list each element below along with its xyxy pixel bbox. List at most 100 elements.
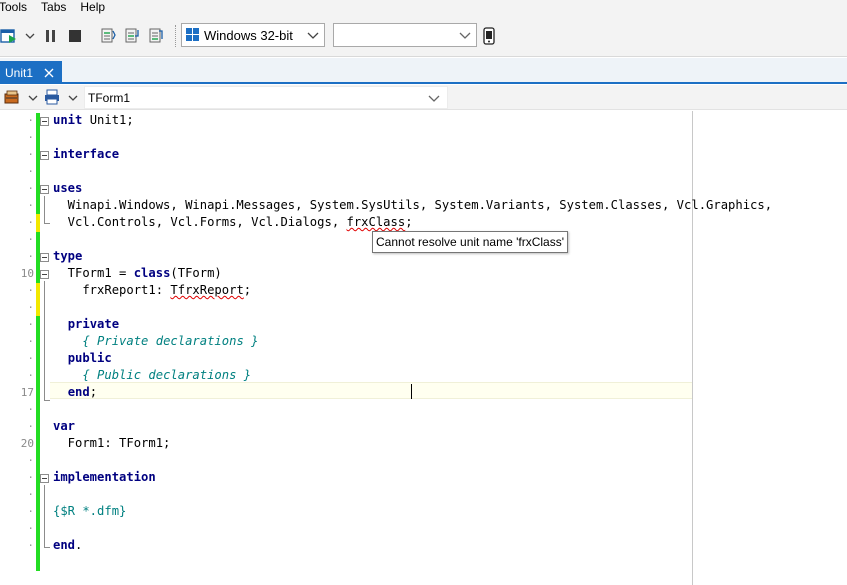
code-line[interactable]: {$R *.dfm}	[53, 503, 126, 520]
stop-icon[interactable]	[66, 27, 84, 45]
fold-toggle-icon[interactable]	[40, 117, 49, 126]
fold-line	[44, 547, 50, 548]
line-dot-marker: ·	[27, 114, 34, 127]
structure-dropdown-chevron-icon[interactable]	[24, 89, 42, 107]
menu-tools[interactable]: Tools	[0, 1, 27, 14]
error-tooltip: Cannot resolve unit name 'frxClass'	[372, 231, 568, 253]
line-dot-marker: ·	[27, 233, 34, 246]
code-token: implementation	[53, 470, 156, 484]
line-dot-marker: ·	[27, 250, 34, 263]
build-configuration-select[interactable]	[333, 23, 477, 47]
run-dropdown-chevron-icon[interactable]	[21, 27, 39, 45]
device-icon[interactable]	[480, 27, 498, 45]
code-token: unit	[53, 113, 83, 127]
unresolved-identifier: frxClass	[346, 215, 406, 229]
menu-bar: Tools Tabs Help	[0, 0, 847, 15]
code-token: frxReport1:	[53, 283, 171, 297]
code-token: Unit1;	[82, 113, 134, 127]
tab-label: Unit1	[5, 65, 34, 80]
code-line[interactable]: interface	[53, 146, 119, 163]
tab-unit1[interactable]: Unit1	[0, 61, 62, 84]
printer-icon[interactable]	[43, 88, 61, 106]
close-icon[interactable]	[44, 67, 54, 78]
editor-tab-strip: Unit1	[0, 58, 847, 84]
code-token: end	[53, 538, 76, 552]
line-dot-marker: ·	[27, 352, 34, 365]
line-dot-marker: ·	[27, 454, 34, 467]
code-line[interactable]: public	[53, 350, 112, 367]
printer-dropdown-chevron-icon[interactable]	[64, 89, 82, 107]
code-token: ;	[89, 385, 98, 399]
menu-help[interactable]: Help	[80, 1, 105, 14]
class-navigation-bar: TForm1	[0, 85, 847, 110]
line-dot-marker: ·	[27, 335, 34, 348]
code-line[interactable]: uses	[53, 180, 82, 197]
code-line[interactable]: Vcl.Controls, Vcl.Forms, Vcl.Dialogs, fr…	[53, 214, 413, 231]
line-dot-marker: ·	[27, 301, 34, 314]
code-line[interactable]: { Public declarations }	[53, 367, 251, 384]
run-icon[interactable]	[0, 27, 18, 45]
line-dot-marker: ·	[27, 369, 34, 382]
change-bar	[36, 113, 40, 571]
code-editor[interactable]: · · · · · · · · · 10 · · · · · · 17 · · 20 · · · · · · unit Unit1…	[0, 111, 847, 585]
step-over-icon[interactable]	[99, 27, 117, 45]
line-dot-marker: ·	[27, 182, 34, 195]
code-line[interactable]: Winapi.Windows, Winapi.Messages, System.…	[53, 197, 772, 214]
line-dot-marker: ·	[27, 216, 34, 229]
code-token: TForm1 =	[53, 266, 134, 280]
target-platform-value: Windows 32-bit	[204, 27, 293, 43]
code-token: public	[67, 351, 112, 365]
code-line[interactable]: unit Unit1;	[53, 112, 134, 129]
code-line[interactable]: private	[53, 316, 119, 333]
code-line[interactable]: implementation	[53, 469, 156, 486]
chevron-down-icon	[458, 28, 472, 42]
code-token: ;	[243, 283, 252, 297]
code-token: Vcl.Controls, Vcl.Forms, Vcl.Dialogs,	[53, 215, 347, 229]
fold-toggle-icon[interactable]	[40, 253, 49, 262]
fold-toggle-icon[interactable]	[40, 474, 49, 483]
code-token: var	[53, 419, 76, 433]
line-number: 17	[20, 386, 34, 399]
line-dot-marker: ·	[27, 471, 34, 484]
menu-tabs[interactable]: Tabs	[41, 1, 66, 14]
run-until-return-icon[interactable]	[147, 27, 165, 45]
class-select[interactable]: TForm1	[84, 86, 448, 109]
code-line[interactable]: TForm1 = class(TForm)	[53, 265, 222, 282]
line-dot-marker: ·	[27, 420, 34, 433]
line-dot-marker: ·	[27, 522, 34, 535]
unresolved-identifier: TfrxReport	[170, 283, 244, 297]
fold-toggle-icon[interactable]	[40, 270, 49, 279]
pause-icon[interactable]	[42, 27, 60, 45]
structure-view-icon[interactable]	[3, 88, 21, 106]
code-token: Winapi.Windows, Winapi.Messages, System.…	[53, 198, 773, 212]
target-platform-select[interactable]: Windows 32-bit	[181, 23, 325, 47]
line-dot-marker: ·	[27, 539, 34, 552]
code-token: private	[67, 317, 120, 331]
fold-line	[44, 196, 45, 223]
code-line[interactable]: end;	[53, 384, 97, 401]
toolbar-separator	[175, 25, 176, 47]
line-number: 20	[20, 437, 34, 450]
line-dot-marker: ·	[27, 165, 34, 178]
code-line[interactable]: type	[53, 248, 82, 265]
fold-toggle-icon[interactable]	[40, 185, 49, 194]
trace-into-icon[interactable]	[123, 27, 141, 45]
code-line[interactable]: var	[53, 418, 75, 435]
code-line[interactable]: end.	[53, 537, 82, 554]
code-token: uses	[53, 181, 83, 195]
fold-toggle-icon[interactable]	[40, 151, 49, 160]
class-select-value: TForm1	[88, 90, 130, 105]
code-line[interactable]: { Private declarations }	[53, 333, 258, 350]
line-dot-marker: ·	[27, 199, 34, 212]
code-token: end	[67, 385, 90, 399]
code-line[interactable]: frxReport1: TfrxReport;	[53, 282, 251, 299]
current-line-highlight	[50, 382, 692, 399]
code-line[interactable]: Form1: TForm1;	[53, 435, 171, 452]
code-token: (TForm)	[170, 266, 222, 280]
code-token: { Private declarations }	[82, 334, 259, 348]
code-token: class	[133, 266, 171, 280]
fold-line	[44, 281, 45, 400]
